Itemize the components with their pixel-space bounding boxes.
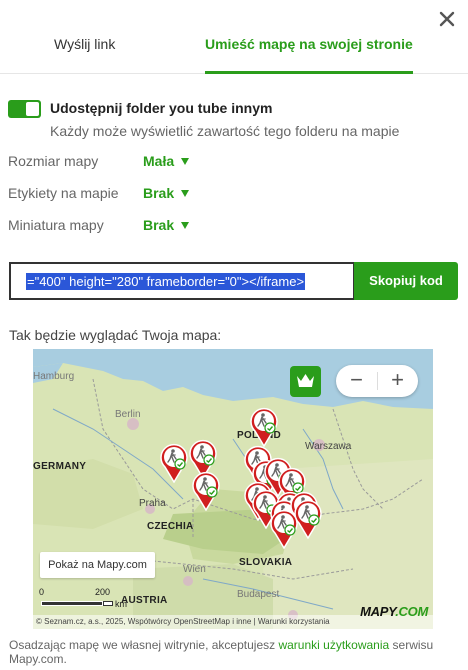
terms-link[interactable]: warunki użytkowania xyxy=(278,638,389,652)
active-tab-indicator xyxy=(205,71,413,74)
tab-send-link[interactable]: Wyślij link xyxy=(54,36,115,52)
caret-down-icon xyxy=(181,190,190,197)
map-size-label: Rozmiar mapy xyxy=(8,153,99,169)
map-labels-label: Etykiety na mapie xyxy=(8,185,119,201)
map-label-wien: Wien xyxy=(183,564,206,575)
logo-main: MAPY xyxy=(360,604,396,619)
zoom-out-button[interactable]: − xyxy=(336,365,377,397)
embed-code-text: ="400" height="280" frameborder="0"></if… xyxy=(26,273,306,290)
show-on-mapy-button[interactable]: Pokaż na Mapy.com xyxy=(40,552,155,578)
scale-unit: km xyxy=(115,599,127,609)
map-thumbnail-row: Miniatura mapy Brak xyxy=(8,217,308,237)
map-scale: 0 200 km xyxy=(39,587,139,617)
map-label-czechia: CZECHIA xyxy=(147,521,194,532)
footer-text-before: Osadzając mapę we własnej witrynie, akce… xyxy=(9,638,279,652)
zoom-in-button[interactable]: + xyxy=(377,365,418,397)
hiker-pin-icon[interactable] xyxy=(159,443,189,484)
map-thumbnail-select[interactable]: Brak xyxy=(143,217,190,233)
caret-down-icon xyxy=(181,158,190,165)
tab-embed-map[interactable]: Umieść mapę na swojej stronie xyxy=(205,36,413,52)
map-thumbnail-value: Brak xyxy=(143,217,175,233)
hiker-pin-icon[interactable] xyxy=(191,471,221,512)
share-folder-toggle[interactable] xyxy=(8,100,41,118)
map-label-slovakia: SLOVAKIA xyxy=(239,557,293,568)
map-thumbnail-label: Miniatura mapy xyxy=(8,217,104,233)
map-size-row: Rozmiar mapy Mała xyxy=(8,153,308,173)
preview-label: Tak będzie wyglądać Twoja mapa: xyxy=(9,327,222,343)
share-folder-label: Udostępnij folder you tube innym xyxy=(50,100,273,116)
hiker-pin-icon[interactable] xyxy=(249,407,279,448)
map-labels-value: Brak xyxy=(143,185,175,201)
terms-footer: Osadzając mapę we własnej witrynie, akce… xyxy=(9,638,459,666)
map-label-budapest: Budapest xyxy=(237,589,280,600)
scale-bar xyxy=(41,601,103,606)
map-preview[interactable]: Hamburg Berlin POLAND Warszawa GERMANY P… xyxy=(33,349,433,629)
map-labels-row: Etykiety na mapie Brak xyxy=(8,185,308,205)
logo-suffix: .COM xyxy=(395,604,428,619)
scale-bar-segment xyxy=(103,601,113,606)
map-label-hamburg: Hamburg xyxy=(33,371,75,382)
scale-label-zero: 0 xyxy=(39,587,45,597)
zoom-control: − + xyxy=(336,365,418,397)
crown-icon[interactable] xyxy=(290,366,321,397)
share-folder-description: Każdy może wyświetlić zawartość tego fol… xyxy=(50,123,400,139)
mapy-logo: MAPY.COM xyxy=(360,604,428,619)
map-size-value: Mała xyxy=(143,153,175,169)
copy-code-button[interactable]: Skopiuj kod xyxy=(354,262,458,300)
map-size-select[interactable]: Mała xyxy=(143,153,190,169)
map-label-germany: GERMANY xyxy=(33,461,87,472)
hiker-pin-icon[interactable] xyxy=(269,509,299,550)
map-label-praha: Praha xyxy=(139,498,166,509)
map-label-warszawa: Warszawa xyxy=(305,441,352,452)
embed-code-field[interactable]: ="400" height="280" frameborder="0"></if… xyxy=(9,262,355,300)
map-labels-select[interactable]: Brak xyxy=(143,185,190,201)
map-label-berlin: Berlin xyxy=(115,409,141,420)
caret-down-icon xyxy=(181,222,190,229)
toggle-knob xyxy=(26,102,39,116)
tab-bar: Wyślij link Umieść mapę na swojej stroni… xyxy=(0,0,468,74)
scale-label-200: 200 xyxy=(95,587,111,597)
